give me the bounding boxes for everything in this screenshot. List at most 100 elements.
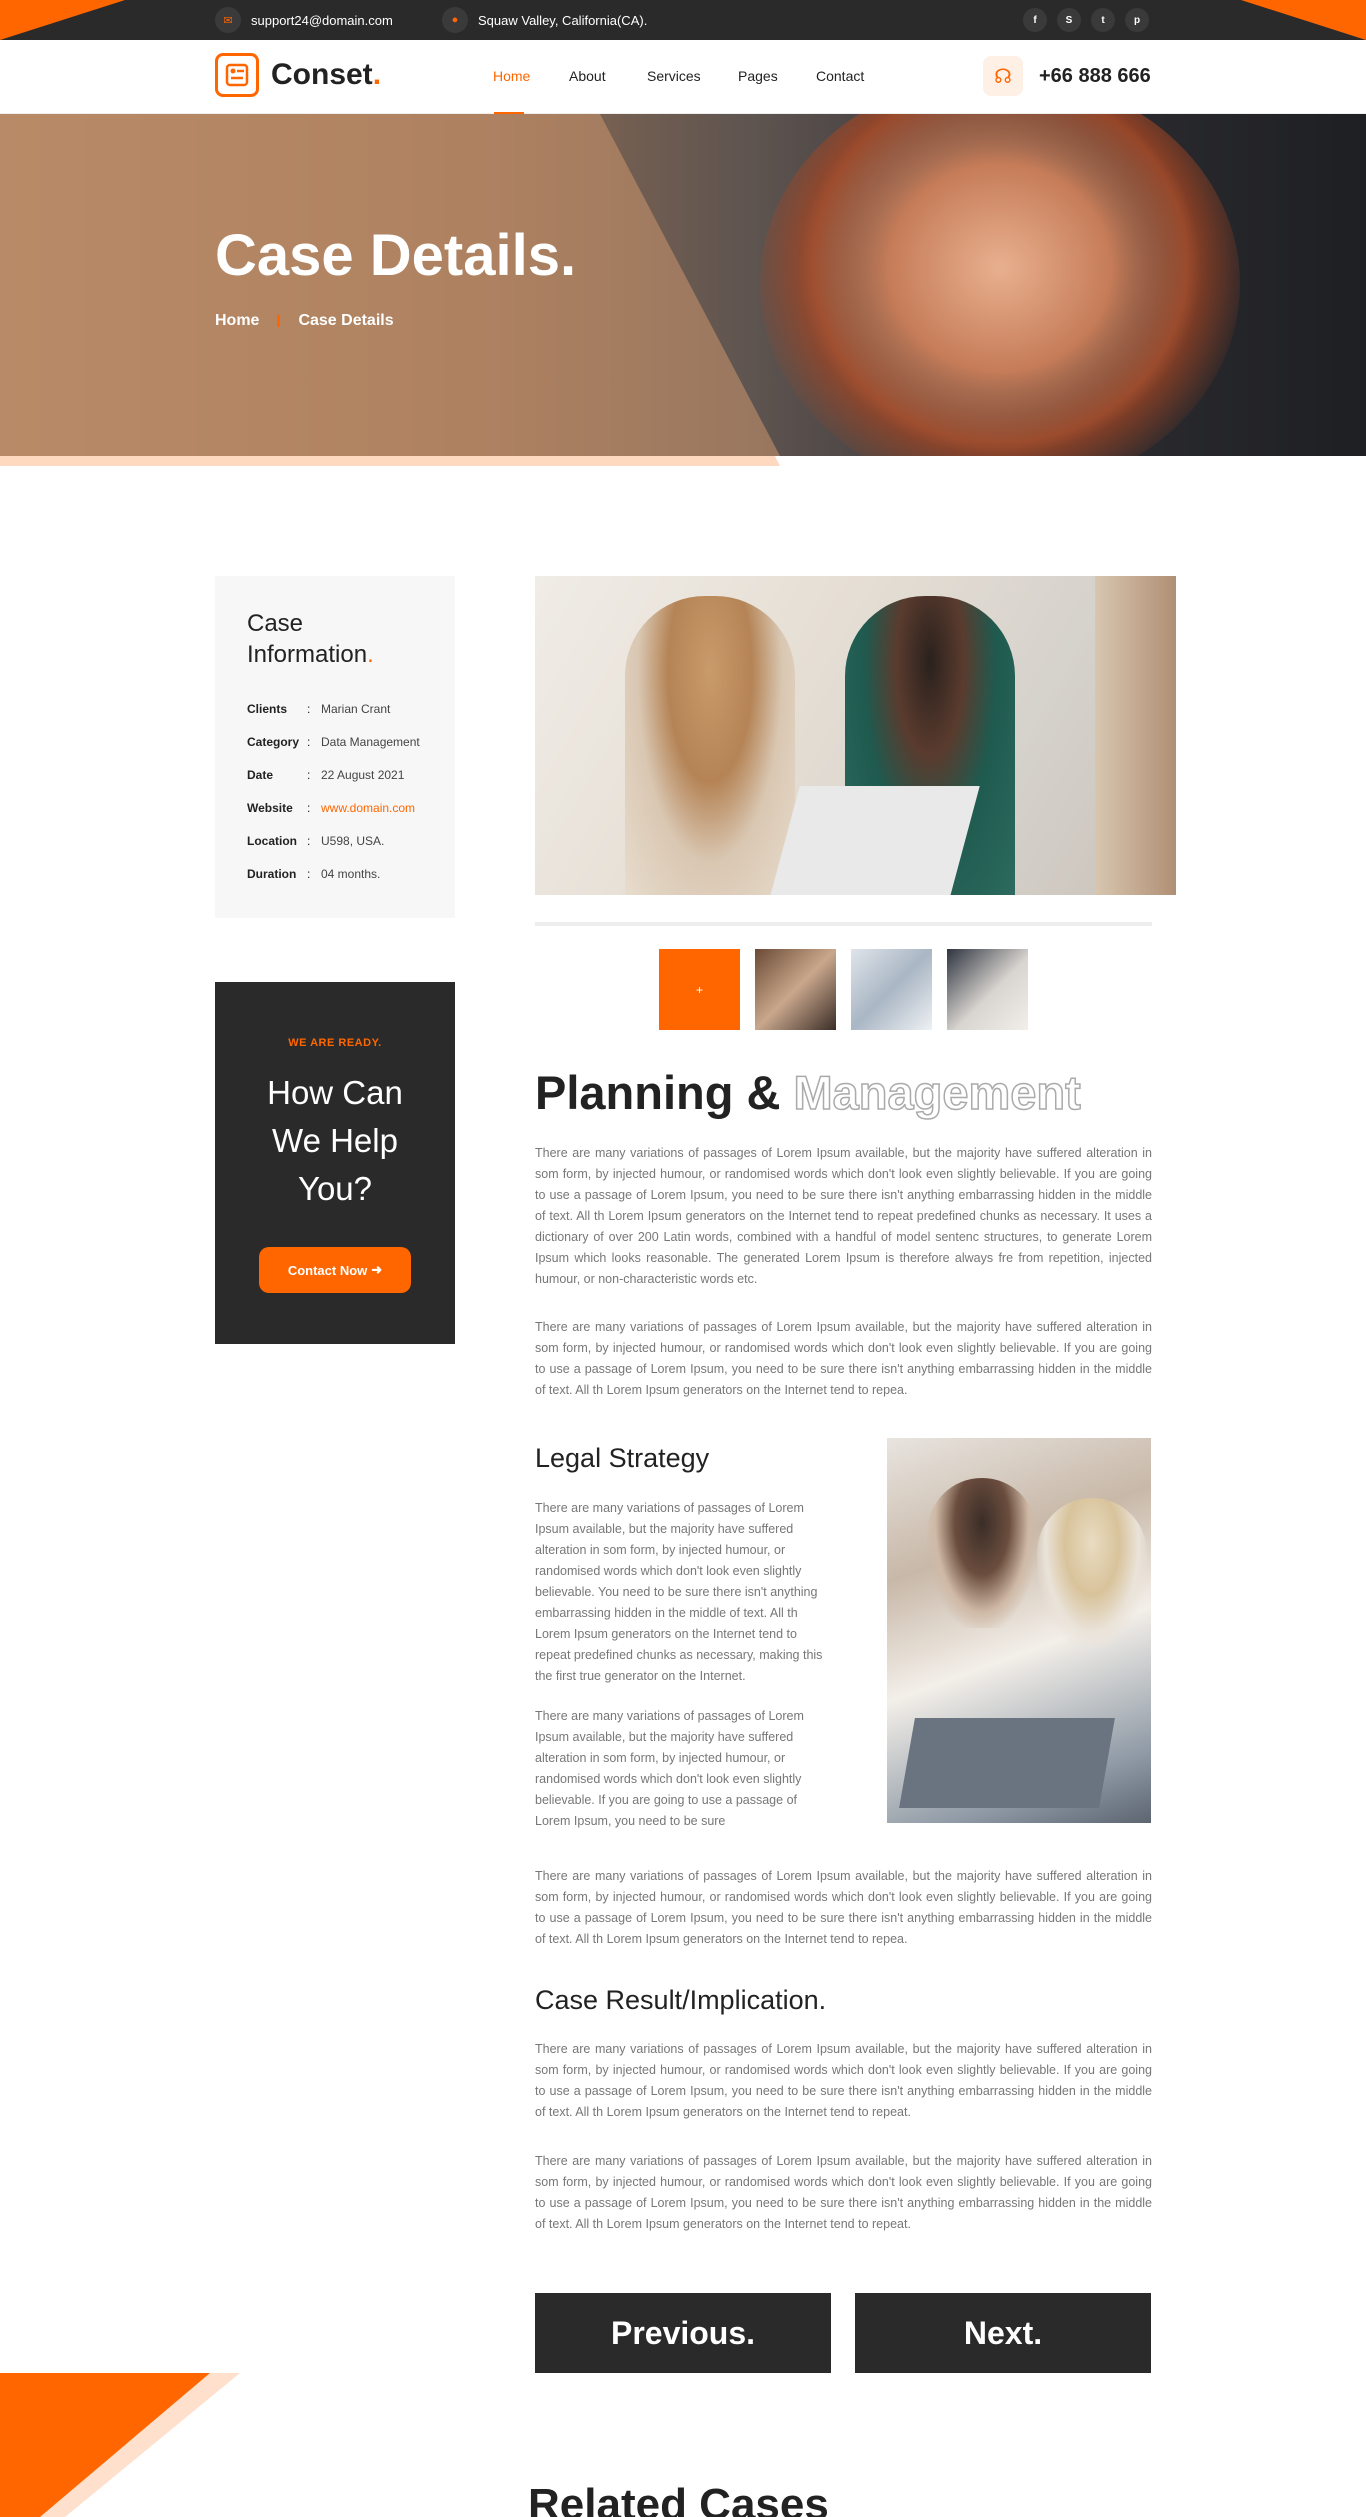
phone-number[interactable]: +66 888 666	[1039, 65, 1151, 88]
breadcrumb: Home Case Details	[215, 312, 394, 330]
nav-services-link[interactable]: Services	[647, 68, 701, 84]
nav-home-link[interactable]: Home	[493, 68, 530, 84]
twitter-icon[interactable]: t	[1091, 8, 1115, 32]
website-link[interactable]: www.domain.com	[321, 801, 415, 815]
info-value: Marian Crant	[321, 702, 391, 716]
nav-pages-link[interactable]: Pages	[738, 68, 778, 84]
case-main-image	[535, 576, 1176, 895]
arrow-right-icon: ➜	[371, 1262, 383, 1277]
logo-icon	[215, 53, 259, 97]
intro-paragraph-1: There are many variations of passages of…	[535, 1146, 1152, 1286]
help-title-line: How Can	[267, 1074, 403, 1111]
case-info-title-dot: .	[367, 641, 374, 668]
hero-bottom-strip	[0, 456, 780, 466]
topbar-address: ● Squaw Valley, California(CA).	[442, 7, 647, 33]
title-solid-part: Planning &	[535, 1066, 781, 1119]
header-phone[interactable]: ☊ +66 888 666	[983, 56, 1151, 96]
info-key: Clients	[247, 702, 288, 716]
pinterest-icon[interactable]: p	[1125, 8, 1149, 32]
info-row-date: Date:22 August 2021	[247, 768, 423, 782]
info-key: Location	[247, 834, 297, 848]
case-result-title: Case Result/Implication.	[535, 1985, 827, 2015]
result-paragraph-2: There are many variations of passages of…	[535, 2154, 1152, 2231]
nav-about[interactable]: About	[569, 68, 606, 84]
help-title: How Can We Help You?	[215, 1069, 455, 1213]
nav-home[interactable]: Home	[493, 68, 530, 84]
info-value: Data Management	[321, 735, 420, 749]
decor-triangle-orange	[0, 2373, 210, 2517]
legal-paragraph-1: There are many variations of passages of…	[535, 1501, 823, 1683]
help-title-line: We Help	[272, 1122, 398, 1159]
legal-paragraph-2: There are many variations of passages of…	[535, 1709, 804, 1828]
help-card: WE ARE READY. How Can We Help You? Conta…	[215, 982, 455, 1344]
photo-person-back	[1037, 1498, 1147, 1648]
skype-icon[interactable]: S	[1057, 8, 1081, 32]
info-value: 22 August 2021	[321, 768, 405, 782]
logo[interactable]: Conset.	[215, 53, 381, 97]
nav-pages[interactable]: Pages	[738, 68, 778, 84]
info-key: Duration	[247, 867, 297, 881]
nav-services[interactable]: Services	[647, 68, 701, 84]
contact-now-button[interactable]: Contact Now ➜	[259, 1247, 411, 1293]
photo-laptop-dark	[899, 1718, 1115, 1808]
info-value: 04 months.	[321, 867, 381, 881]
related-cases-title: Related Cases	[528, 2480, 829, 2517]
previous-button[interactable]: Previous.	[535, 2293, 831, 2373]
top-bar-corner-left	[0, 0, 125, 40]
nav-contact[interactable]: Contact	[816, 68, 864, 84]
info-row-duration: Duration:04 months.	[247, 867, 423, 881]
next-button[interactable]: Next.	[855, 2293, 1151, 2373]
breadcrumb-current: Case Details	[298, 312, 394, 329]
logo-text: Conset	[271, 58, 373, 91]
page-title: Case Details.	[215, 223, 577, 288]
info-value: U598, USA.	[321, 834, 385, 848]
info-colon: :	[307, 867, 311, 881]
legal-strategy-image	[887, 1438, 1151, 1823]
info-row-location: Location: U598, USA.	[247, 834, 423, 848]
info-key: Date	[247, 768, 274, 782]
hero-photo-face	[790, 114, 1210, 456]
case-info-list: Clients: Marian Crant Category: Data Manag…	[247, 702, 423, 881]
social-links: f S t p	[1023, 8, 1149, 32]
help-eyebrow: WE ARE READY.	[288, 1037, 382, 1049]
nav-about-link[interactable]: About	[569, 68, 606, 84]
section-title-planning: Planning & Management	[535, 1065, 1082, 1120]
gallery-thumb-3[interactable]	[851, 949, 932, 1030]
info-key: Category	[247, 735, 300, 749]
location-pin-icon: ●	[442, 7, 468, 33]
breadcrumb-home[interactable]: Home	[215, 312, 259, 330]
gallery-divider	[535, 922, 1152, 926]
hero-banner	[0, 114, 1366, 456]
topbar-email-text[interactable]: support24@domain.com	[251, 13, 393, 28]
topbar-email[interactable]: ✉ support24@domain.com	[215, 7, 393, 33]
mail-icon: ✉	[215, 7, 241, 33]
info-colon: :	[307, 801, 311, 815]
case-info-title: Case Information	[247, 610, 368, 668]
top-bar	[0, 0, 1366, 40]
after-legal-paragraph: There are many variations of passages of…	[535, 1869, 1152, 1946]
info-colon: :	[307, 735, 311, 749]
headset-icon: ☊	[983, 56, 1023, 96]
info-colon: :	[307, 702, 311, 716]
breadcrumb-separator	[277, 315, 281, 327]
info-row-clients: Clients: Marian Crant	[247, 702, 423, 716]
case-info-card: Case Information. Clients: Marian Crant C…	[215, 576, 455, 918]
intro-paragraph-2: There are many variations of passages of…	[535, 1320, 1152, 1397]
info-colon: :	[307, 834, 311, 848]
legal-strategy-title: Legal Strategy	[535, 1443, 710, 1473]
gallery-thumb-1[interactable]: +	[659, 949, 740, 1030]
title-outline-part: Management	[793, 1065, 1082, 1120]
logo-dot: .	[372, 58, 382, 91]
result-paragraph-1: There are many variations of passages of…	[535, 2042, 1152, 2119]
contact-now-label: Contact Now	[287, 1262, 368, 1278]
photo-person-front	[927, 1478, 1037, 1628]
gallery-thumb-4[interactable]	[947, 949, 1028, 1030]
plus-icon: +	[695, 982, 703, 997]
photo-edge-figure	[1095, 576, 1176, 895]
facebook-icon[interactable]: f	[1023, 8, 1047, 32]
photo-laptop	[770, 786, 980, 895]
photo-person-left	[625, 596, 795, 895]
nav-contact-link[interactable]: Contact	[816, 68, 864, 84]
gallery-thumb-2[interactable]	[755, 949, 836, 1030]
top-bar-corner-right	[1241, 0, 1366, 40]
